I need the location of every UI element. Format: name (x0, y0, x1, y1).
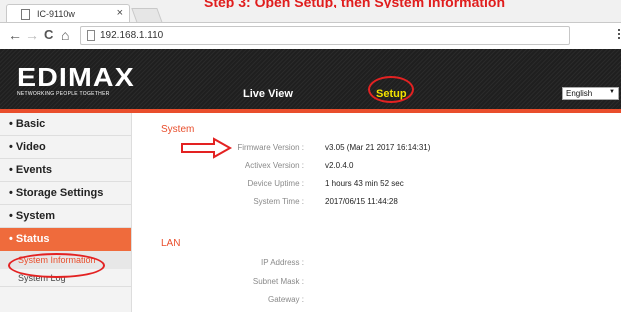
edimax-logo: EDIMAX NETWORKING PEOPLE TOGETHER (17, 64, 134, 97)
firmware-version-label: Firmware Version : (237, 143, 304, 152)
app-header: EDIMAX NETWORKING PEOPLE TOGETHER Live V… (0, 49, 621, 109)
sidebar-item-video[interactable]: • Video (0, 136, 131, 159)
url-text: 192.168.1.110 (100, 30, 164, 41)
sidebar-item-system[interactable]: • System (0, 205, 131, 228)
sidebar-item-label: • System (9, 210, 56, 222)
activex-version-label: Activex Version : (244, 161, 304, 170)
sidebar-item-storage-settings[interactable]: • Storage Settings (0, 182, 131, 205)
language-select[interactable]: English ▼ (562, 87, 619, 100)
setup-highlight-circle (368, 76, 414, 103)
page-icon (87, 30, 95, 41)
sidebar-item-label: • Status (9, 233, 50, 245)
sidebar-item-label: • Storage Settings (9, 187, 104, 199)
system-information-highlight-circle (8, 253, 105, 278)
forward-icon[interactable]: → (25, 27, 39, 43)
tab-title: IC-9110w (37, 9, 75, 19)
system-time-value: 2017/06/15 11:44:28 (325, 197, 398, 206)
new-tab-button[interactable] (131, 8, 163, 23)
address-bar[interactable]: 192.168.1.110 (80, 26, 570, 45)
document-icon (21, 9, 30, 20)
language-value: English (566, 89, 593, 98)
sidebar-item-label: • Video (9, 141, 46, 153)
annotation-caption: Step 3: Open Setup, then System Informat… (204, 0, 506, 8)
device-uptime-label: Device Uptime : (247, 179, 304, 188)
firmware-version-value: v3.05 (Mar 21 2017 16:14:31) (325, 143, 431, 152)
sidebar-item-status[interactable]: • Status (0, 228, 131, 251)
section-title-lan: LAN (161, 238, 181, 249)
subnet-mask-label: Subnet Mask : (252, 277, 304, 286)
sidebar-item-events[interactable]: • Events (0, 159, 131, 182)
section-title-system: System (161, 124, 195, 135)
reload-icon[interactable]: C (44, 27, 53, 43)
sidebar-item-label: • Events (9, 164, 52, 176)
ip-address-label: IP Address : (261, 258, 304, 267)
back-icon[interactable]: ← (8, 27, 22, 43)
gateway-label: Gateway : (267, 295, 304, 304)
sidebar: • Basic • Video • Events • Storage Setti… (0, 113, 132, 312)
sidebar-item-label: • Basic (9, 118, 46, 130)
device-uptime-value: 1 hours 43 min 52 sec (325, 179, 404, 188)
home-icon[interactable]: ⌂ (61, 27, 69, 43)
activex-version-value: v2.0.4.0 (325, 161, 354, 170)
system-time-label: System Time : (253, 197, 304, 206)
nav-live-view[interactable]: Live View (243, 88, 293, 100)
chevron-down-icon: ▼ (609, 89, 615, 95)
tab-close-icon[interactable]: × (117, 7, 123, 19)
browser-toolbar: ← → C ⌂ 192.168.1.110 (0, 22, 621, 50)
browser-tab[interactable]: IC-9110w × (6, 4, 130, 23)
sidebar-item-basic[interactable]: • Basic (0, 113, 131, 136)
brand-name: EDIMAX (17, 62, 135, 92)
